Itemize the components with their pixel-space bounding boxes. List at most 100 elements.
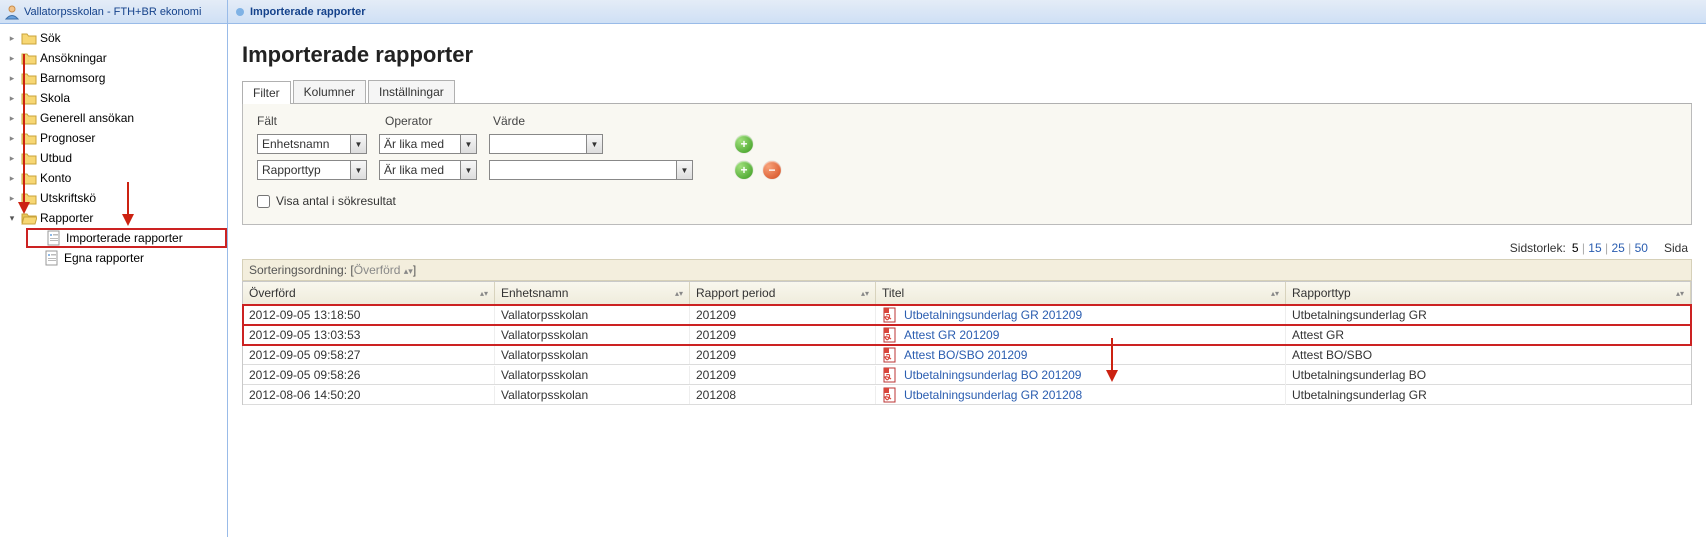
column-header-period[interactable]: Rapport period▴▾ [690,282,876,304]
sidebar-item-label: Generell ansökan [40,111,134,125]
pdf-icon [882,307,898,323]
cell-period: 201209 [690,306,876,324]
sida-label: Sida [1664,241,1688,255]
report-link[interactable]: Utbetalningsunderlag GR 201208 [904,388,1082,402]
expand-arrow-icon[interactable] [6,152,18,164]
expand-arrow-icon[interactable] [6,192,18,204]
user-icon [4,4,20,20]
chevron-down-icon[interactable]: ▼ [460,161,476,179]
filter-field-select[interactable]: Rapporttyp▼ [257,160,367,180]
nav-tree: Sök Ansökningar Barnomsorg Skola Generell an… [0,24,227,272]
cell-date: 2012-09-05 13:18:50 [243,306,495,324]
filter-head-operator: Operator [385,114,493,128]
chevron-down-icon[interactable]: ▼ [460,135,476,153]
table-row[interactable]: 2012-09-05 09:58:27Vallatorpsskolan20120… [243,345,1691,365]
add-filter-button[interactable]: + [735,161,753,179]
expand-arrow-icon[interactable] [6,92,18,104]
sidebar-item-label: Utbud [40,151,72,165]
cell-type: Utbetalningsunderlag GR [1286,306,1691,324]
column-header-date[interactable]: Överförd▴▾ [243,282,495,304]
expand-arrow-icon[interactable] [6,72,18,84]
sidebar-item-label: Sök [40,31,61,45]
chevron-down-icon[interactable]: ▼ [676,161,692,179]
filter-field-select[interactable]: Enhetsnamn▼ [257,134,367,154]
pdf-icon [882,327,898,343]
sort-icon: ▴▾ [1271,289,1279,298]
sidebar-item-sök[interactable]: Sök [0,28,227,48]
expand-arrow-icon[interactable] [6,112,18,124]
sidebar-item-utbud[interactable]: Utbud [0,148,227,168]
column-header-title[interactable]: Titel▴▾ [876,282,1286,304]
tab-inställningar[interactable]: Inställningar [368,80,455,103]
tab-kolumner[interactable]: Kolumner [293,80,366,103]
filter-value-field[interactable] [490,161,676,179]
chevron-down-icon[interactable]: ▼ [350,135,366,153]
expand-arrow-icon[interactable] [6,132,18,144]
filter-operator-select[interactable]: Är lika med▼ [379,134,477,154]
cell-title: Attest BO/SBO 201209 [876,345,1286,365]
sort-chip[interactable]: Överförd ▴▾ [354,263,413,277]
report-link[interactable]: Attest GR 201209 [904,328,999,342]
tab-filter[interactable]: Filter [242,81,291,104]
sidebar-item-prognoser[interactable]: Prognoser [0,128,227,148]
filter-head-value: Värde [493,114,703,128]
filter-value-input[interactable]: ▼ [489,134,603,154]
sidebar-item-label: Skola [40,91,70,105]
page-size-option-15[interactable]: 15 [1588,241,1601,255]
sidebar-item-barnomsorg[interactable]: Barnomsorg [0,68,227,88]
cell-date: 2012-09-05 09:58:26 [243,366,495,384]
report-icon [46,230,62,246]
folder-closed-icon [21,30,37,46]
folder-closed-icon [21,130,37,146]
page-size-option-25[interactable]: 25 [1611,241,1624,255]
column-header-unit[interactable]: Enhetsnamn▴▾ [495,282,690,304]
pdf-icon [882,347,898,363]
sidebar-item-label: Barnomsorg [40,71,105,85]
table-row[interactable]: 2012-09-05 13:03:53Vallatorpsskolan20120… [243,325,1691,345]
sidebar-leaf-egna-rapporter[interactable]: Egna rapporter [26,248,227,268]
filter-value-input[interactable]: ▼ [489,160,693,180]
sidebar-item-konto[interactable]: Konto [0,168,227,188]
grid-header: Överförd▴▾Enhetsnamn▴▾Rapport period▴▾Ti… [243,281,1691,305]
filter-panel: Fält Operator Värde Enhetsnamn▼Är lika m… [242,104,1692,225]
show-count-checkbox[interactable] [257,195,270,208]
sidebar: Vallatorpsskolan - FTH+BR ekonomi SökAns… [0,0,228,537]
expand-arrow-icon[interactable] [6,52,18,64]
column-header-type[interactable]: Rapporttyp▴▾ [1286,282,1691,304]
page-size-option-50[interactable]: 50 [1635,241,1648,255]
expand-arrow-icon[interactable] [6,32,18,44]
cell-date: 2012-08-06 14:50:20 [243,386,495,404]
folder-closed-icon [21,50,37,66]
page-title: Importerade rapporter [242,42,1692,68]
sidebar-item-skola[interactable]: Skola [0,88,227,108]
sidebar-item-ansökningar[interactable]: Ansökningar [0,48,227,68]
report-link[interactable]: Utbetalningsunderlag BO 201209 [904,368,1081,382]
folder-closed-icon [21,90,37,106]
cell-title: Attest GR 201209 [876,325,1286,345]
table-row[interactable]: 2012-09-05 09:58:26Vallatorpsskolan20120… [243,365,1691,385]
sidebar-item-label: Ansökningar [40,51,107,65]
chevron-down-icon[interactable]: ▼ [586,135,602,153]
folder-closed-icon [21,170,37,186]
cell-title: Utbetalningsunderlag GR 201208 [876,385,1286,405]
sidebar-item-utskriftskö[interactable]: Utskriftskö [0,188,227,208]
filter-operator-select[interactable]: Är lika med▼ [379,160,477,180]
expand-arrow-icon[interactable] [6,212,18,224]
expand-arrow-icon[interactable] [6,172,18,184]
breadcrumb-dot-icon [236,8,244,16]
sidebar-item-generell-ansökan[interactable]: Generell ansökan [0,108,227,128]
sidebar-leaf-importerade-rapporter[interactable]: Importerade rapporter [26,228,227,248]
add-filter-button[interactable]: + [735,135,753,153]
table-row[interactable]: 2012-09-05 13:18:50Vallatorpsskolan20120… [243,305,1691,325]
filter-value-field[interactable] [490,135,586,153]
table-row[interactable]: 2012-08-06 14:50:20Vallatorpsskolan20120… [243,385,1691,405]
sidebar-item-label: Prognoser [40,131,95,145]
report-link[interactable]: Utbetalningsunderlag GR 201209 [904,308,1082,322]
pdf-icon [882,367,898,383]
report-link[interactable]: Attest BO/SBO 201209 [904,348,1027,362]
folder-closed-icon [21,70,37,86]
remove-filter-button[interactable]: − [763,161,781,179]
chevron-down-icon[interactable]: ▼ [350,161,366,179]
sidebar-item-rapporter[interactable]: Rapporter [0,208,227,228]
main-panel: Importerade rapporter Importerade rappor… [228,0,1706,537]
